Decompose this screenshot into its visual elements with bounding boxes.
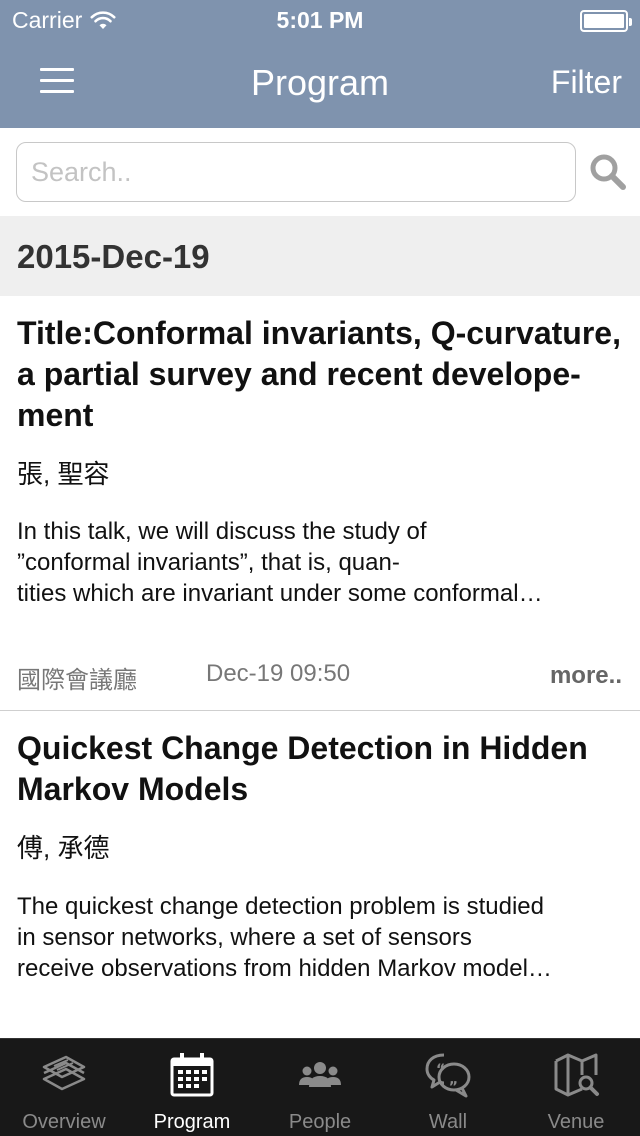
session-title: Quickest Change Detection in Hidden Mark… [17, 730, 588, 807]
newspaper-icon [42, 1055, 86, 1091]
chat-bubbles-icon: “ „ [425, 1053, 471, 1098]
svg-text:“: “ [436, 1062, 445, 1078]
session-item[interactable]: Title:Conformal invariants, Q-curvature,… [0, 296, 640, 710]
battery-icon [580, 10, 632, 32]
tab-venue[interactable]: Venue [512, 1039, 640, 1136]
tab-people[interactable]: People [256, 1039, 384, 1136]
tab-program[interactable]: Program [128, 1039, 256, 1136]
tab-label: Overview [22, 1111, 106, 1133]
page-title: Program [250, 62, 390, 103]
top-bar: Carrier 5:01 PM Program Filter [0, 0, 640, 128]
map-search-icon [554, 1053, 599, 1097]
people-icon [299, 1062, 341, 1087]
status-time: 5:01 PM [276, 7, 364, 33]
tab-overview[interactable]: Overview [0, 1039, 128, 1136]
status-bar: Carrier 5:01 PM [0, 0, 640, 40]
session-speaker: 張, 聖容 [17, 459, 110, 489]
tab-wall[interactable]: “ „ Wall [384, 1039, 512, 1136]
filter-button[interactable]: Filter [551, 64, 622, 101]
session-abstract: In this talk, we will discuss the study … [17, 518, 543, 607]
date-section-header: 2015-Dec-19 [0, 216, 640, 296]
session-speaker: 傅, 承德 [17, 833, 110, 863]
date-header-label: 2015-Dec-19 [17, 238, 210, 275]
session-abstract: The quickest change detection problem is… [17, 893, 552, 982]
calendar-icon [170, 1053, 214, 1097]
svg-text:„: „ [449, 1072, 458, 1088]
tab-label: Program [153, 1111, 231, 1133]
session-title: Title:Conformal invariants, Q-curvature,… [17, 315, 621, 433]
tab-label: Wall [428, 1111, 468, 1133]
search-input[interactable] [16, 142, 576, 202]
more-link[interactable]: more.. [550, 662, 622, 690]
tab-label: People [288, 1111, 352, 1133]
tab-bar: Overview Program People “ „ Wall Venue [0, 1038, 640, 1136]
search-icon[interactable] [588, 152, 628, 192]
tab-label: Venue [547, 1111, 605, 1133]
navigation-bar: Program Filter [0, 40, 640, 128]
session-item[interactable]: Quickest Change Detection in Hidden Mark… [0, 711, 640, 1038]
session-room: 國際會議廳 [17, 667, 137, 694]
session-time: Dec-19 09:50 [206, 660, 351, 687]
search-bar [0, 128, 640, 216]
